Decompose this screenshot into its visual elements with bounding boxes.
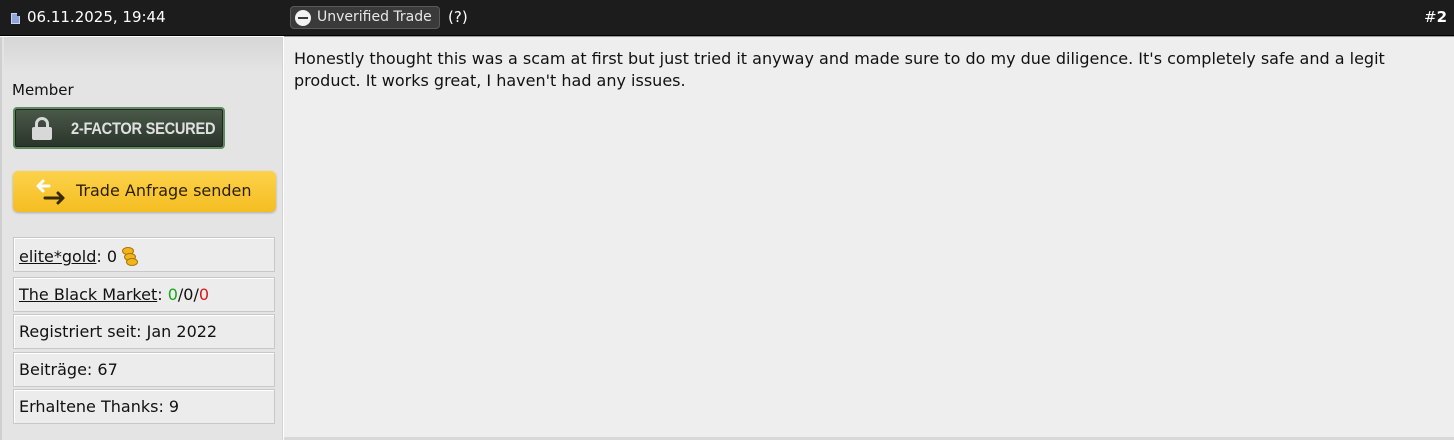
elite-gold-value: 0 [106, 247, 118, 266]
gold-separator: : [96, 247, 107, 266]
elite-gold-link[interactable]: elite*gold [19, 247, 96, 266]
market-neutral: 0 [183, 285, 194, 304]
avatar-area [4, 37, 282, 73]
trade-request-label: Trade Anfrage senden [76, 181, 252, 200]
post-message: Honestly thought this was a scam at firs… [294, 49, 1385, 90]
post-number-prefix: # [1423, 8, 1437, 26]
two-factor-badge: 2-FACTOR SECURED [13, 107, 225, 149]
trade-help-link[interactable]: (?) [448, 8, 468, 26]
two-factor-label: 2-FACTOR SECURED [71, 119, 216, 138]
black-market-link[interactable]: The Black Market [19, 285, 157, 304]
post-number: 2 [1436, 8, 1447, 26]
gold-coins-icon [120, 245, 140, 267]
minus-circle-icon [295, 10, 311, 26]
elite-gold-stat: elite*gold: 0 [13, 237, 275, 272]
post-number-link[interactable]: #2 [1424, 8, 1447, 26]
trade-status-label: Unverified Trade [317, 9, 432, 25]
unverified-trade-badge[interactable]: Unverified Trade [290, 6, 440, 29]
post-header: 06.11.2025, 19:44 Unverified Trade (?) #… [0, 0, 1454, 36]
black-market-stat: The Black Market: 0/0/0 [13, 277, 275, 312]
lock-icon [32, 117, 52, 140]
thanks-stat: Erhaltene Thanks: 9 [13, 389, 275, 424]
post-date: 06.11.2025, 19:44 [27, 8, 166, 26]
user-title: Member [12, 81, 74, 99]
market-positive: 0 [167, 285, 178, 304]
posts-stat: Beiträge: 67 [13, 352, 275, 387]
post-icon [11, 13, 20, 24]
registered-stat: Registriert seit: Jan 2022 [13, 314, 275, 349]
user-sidebar: Member 2-FACTOR SECURED Trade Anfrage se… [0, 37, 283, 440]
market-separator: : [157, 285, 168, 304]
trade-request-button[interactable]: Trade Anfrage senden [13, 171, 276, 212]
market-negative: 0 [198, 285, 210, 304]
swap-arrows-icon [36, 179, 65, 205]
post-content: Honestly thought this was a scam at firs… [284, 37, 1454, 440]
